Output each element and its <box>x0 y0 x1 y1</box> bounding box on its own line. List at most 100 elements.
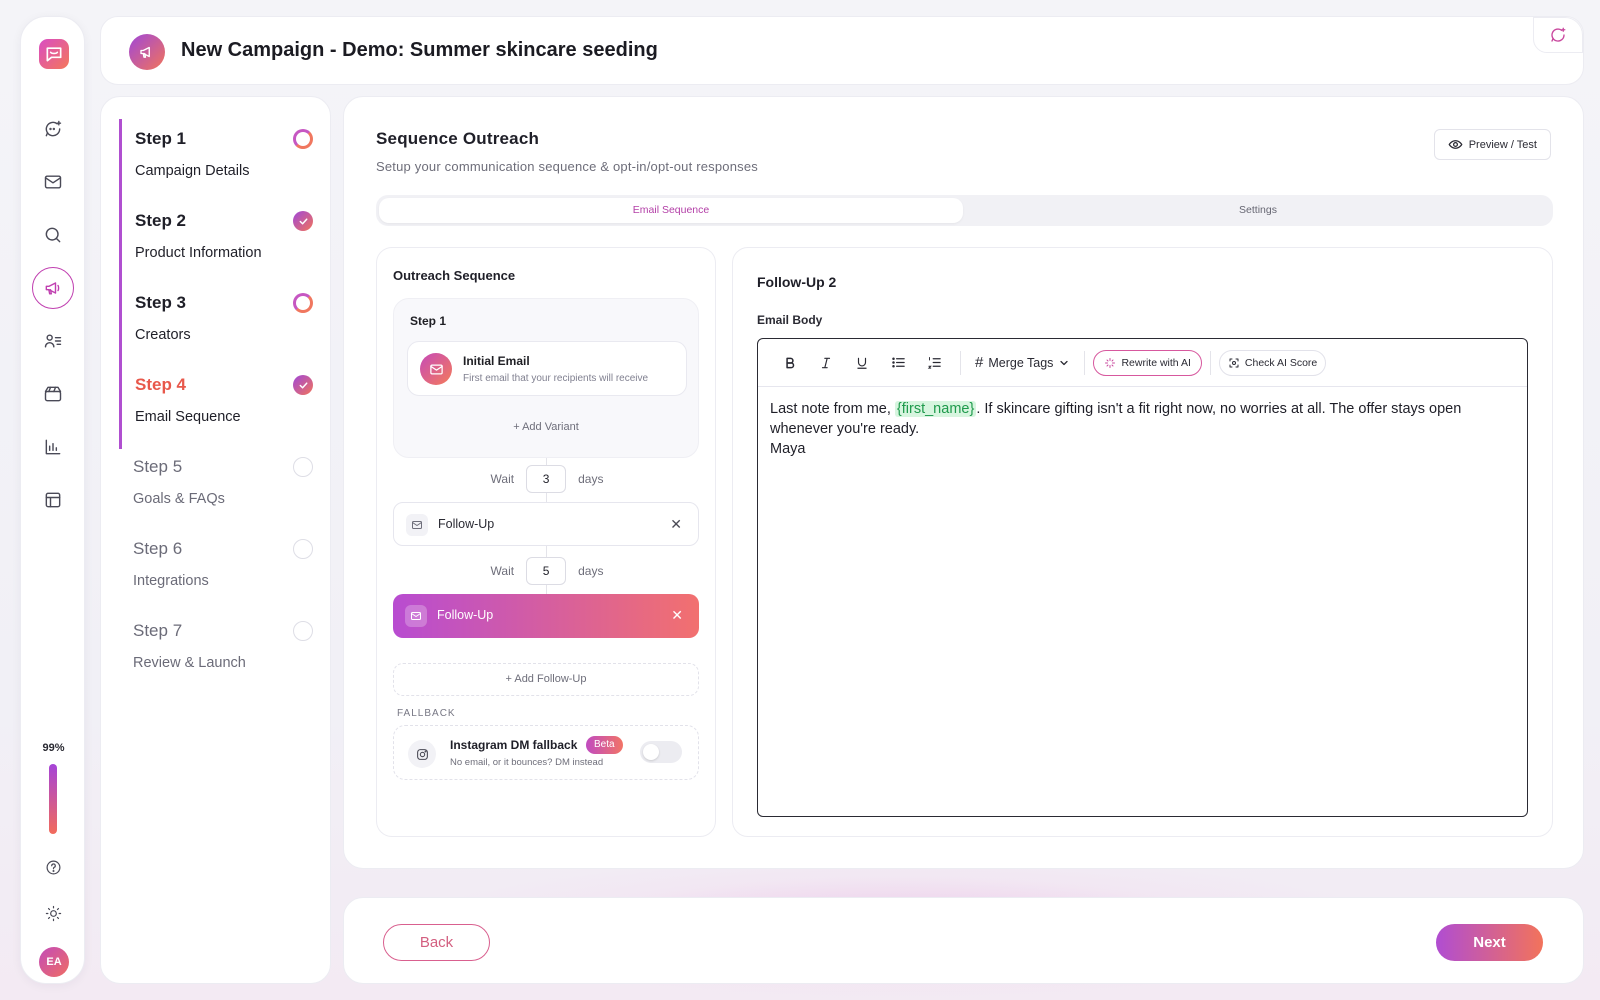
editor-toolbar: # Merge Tags Rewrite with AI Check AI Sc… <box>758 339 1527 387</box>
add-variant-button[interactable]: + Add Variant <box>394 421 698 433</box>
initial-email-card[interactable]: Initial Email First email that your reci… <box>407 341 687 396</box>
search-nav-icon[interactable] <box>32 214 74 256</box>
rewrite-with-ai-button[interactable]: Rewrite with AI <box>1093 349 1202 376</box>
analytics-nav-icon[interactable] <box>32 426 74 468</box>
first-name-merge-tag[interactable]: {first_name} <box>894 401 977 417</box>
step-progress-ring-icon <box>293 129 313 149</box>
wizard-step-4[interactable]: Step 4 Email Sequence <box>119 365 313 449</box>
sequence-step-1: Step 1 Initial Email First email that yo… <box>393 298 699 458</box>
wait-days-input[interactable] <box>526 557 567 585</box>
back-button[interactable]: Back <box>383 924 490 961</box>
check-ai-score-button[interactable]: Check AI Score <box>1218 349 1327 376</box>
bold-icon[interactable] <box>772 348 808 378</box>
table-nav-icon[interactable] <box>32 479 74 521</box>
initial-email-title: Initial Email <box>463 354 530 368</box>
main-panel: Sequence Outreach Setup your communicati… <box>343 96 1584 869</box>
app-rail: 99% EA <box>20 16 85 984</box>
step-empty-circle-icon <box>293 457 313 477</box>
underline-icon[interactable] <box>844 348 880 378</box>
body-text-pre: Last note from me, <box>770 401 895 417</box>
rewrite-label: Rewrite with AI <box>1121 356 1191 369</box>
initial-email-desc: First email that your recipients will re… <box>463 373 649 384</box>
step-progress-ring-icon <box>293 293 313 313</box>
numbered-list-icon[interactable] <box>916 348 952 378</box>
help-icon[interactable] <box>32 846 74 888</box>
tab-email-sequence[interactable]: Email Sequence <box>379 198 963 223</box>
toolbar-divider <box>1084 350 1086 375</box>
step-name: Review & Launch <box>133 655 246 671</box>
step-number: Step 2 <box>135 211 187 230</box>
scan-icon <box>1229 358 1239 367</box>
days-label: days <box>578 564 604 578</box>
sparkle-icon <box>1105 357 1116 368</box>
next-button[interactable]: Next <box>1436 924 1543 961</box>
mail-icon <box>420 353 452 385</box>
followup-card-1[interactable]: Follow-Up ✕ <box>393 502 699 546</box>
toolbar-divider <box>960 350 961 375</box>
user-avatar[interactable]: EA <box>39 947 69 977</box>
followup-label: Follow-Up <box>437 608 494 622</box>
step-number: Step 7 <box>133 621 183 640</box>
fallback-section-label: FALLBACK <box>397 708 456 719</box>
rail-progress-label: 99% <box>42 742 65 754</box>
merge-tags-dropdown[interactable]: # Merge Tags <box>969 354 1076 371</box>
email-body-text[interactable]: Last note from me, {first_name}. If skin… <box>758 387 1527 471</box>
creators-nav-icon[interactable] <box>32 320 74 362</box>
wait-row-1: Wait days <box>377 465 717 493</box>
step-name: Goals & FAQs <box>133 491 225 507</box>
preview-test-button[interactable]: Preview / Test <box>1433 129 1551 160</box>
remove-followup-close-icon[interactable]: ✕ <box>670 516 682 532</box>
step-empty-circle-icon <box>293 621 313 641</box>
step-number: Step 4 <box>135 375 187 394</box>
content-nav-icon[interactable] <box>32 373 74 415</box>
mail-icon <box>405 605 427 627</box>
campaigns-nav-icon[interactable] <box>32 267 74 309</box>
check-ai-label: Check AI Score <box>1244 356 1318 369</box>
fallback-toggle[interactable] <box>640 741 682 763</box>
assistant-chat-icon[interactable] <box>1533 17 1583 53</box>
step-name: Product Information <box>135 245 262 261</box>
email-body-editor[interactable]: # Merge Tags Rewrite with AI Check AI Sc… <box>757 338 1528 817</box>
page-header: New Campaign - Demo: Summer skincare see… <box>100 16 1584 85</box>
tab-settings[interactable]: Settings <box>966 198 1550 223</box>
rail-progress-bar <box>49 764 57 834</box>
remove-followup-close-icon[interactable]: ✕ <box>671 607 683 623</box>
toolbar-divider <box>1209 350 1211 375</box>
wizard-step-5[interactable]: Step 5 Goals & FAQs <box>119 447 313 531</box>
theme-toggle-icon[interactable] <box>32 892 74 934</box>
step-name: Campaign Details <box>135 163 250 179</box>
merge-tags-label: Merge Tags <box>988 355 1054 370</box>
wait-row-2: Wait days <box>377 557 717 585</box>
chevron-down-icon <box>1060 360 1069 365</box>
italic-icon[interactable] <box>808 348 844 378</box>
ai-chat-nav-icon[interactable] <box>32 108 74 150</box>
editor-title: Follow-Up 2 <box>757 274 837 290</box>
wait-label: Wait <box>490 564 515 578</box>
wizard-step-1[interactable]: Step 1 Campaign Details <box>119 119 313 203</box>
campaign-megaphone-icon <box>129 34 165 70</box>
step-check-icon <box>293 211 313 231</box>
wizard-step-3[interactable]: Step 3 Creators <box>119 283 313 367</box>
wizard-step-6[interactable]: Step 6 Integrations <box>119 529 313 613</box>
outreach-sequence-title: Outreach Sequence <box>393 268 516 283</box>
days-label: days <box>578 472 604 486</box>
preview-test-label: Preview / Test <box>1468 138 1537 151</box>
step-name: Creators <box>135 327 191 343</box>
step-name: Email Sequence <box>135 409 241 425</box>
step-number: Step 1 <box>135 129 187 148</box>
section-subtitle: Setup your communication sequence & opt-… <box>376 159 758 174</box>
wizard-step-2[interactable]: Step 2 Product Information <box>119 201 313 285</box>
bullet-list-icon[interactable] <box>880 348 916 378</box>
body-signature: Maya <box>770 441 806 457</box>
app-logo-icon[interactable] <box>39 39 69 69</box>
email-editor-panel: Follow-Up 2 Email Body # Merge Tags Rewr… <box>732 247 1553 837</box>
wait-days-input[interactable] <box>526 465 567 493</box>
sequence-step-label: Step 1 <box>410 314 447 328</box>
followup-card-2[interactable]: Follow-Up ✕ <box>393 594 699 638</box>
hash-icon: # <box>975 354 984 371</box>
section-title: Sequence Outreach <box>376 129 540 148</box>
add-followup-button[interactable]: + Add Follow-Up <box>393 663 699 696</box>
wizard-step-7[interactable]: Step 7 Review & Launch <box>119 611 313 695</box>
inbox-nav-icon[interactable] <box>32 161 74 203</box>
mail-icon <box>406 514 428 536</box>
